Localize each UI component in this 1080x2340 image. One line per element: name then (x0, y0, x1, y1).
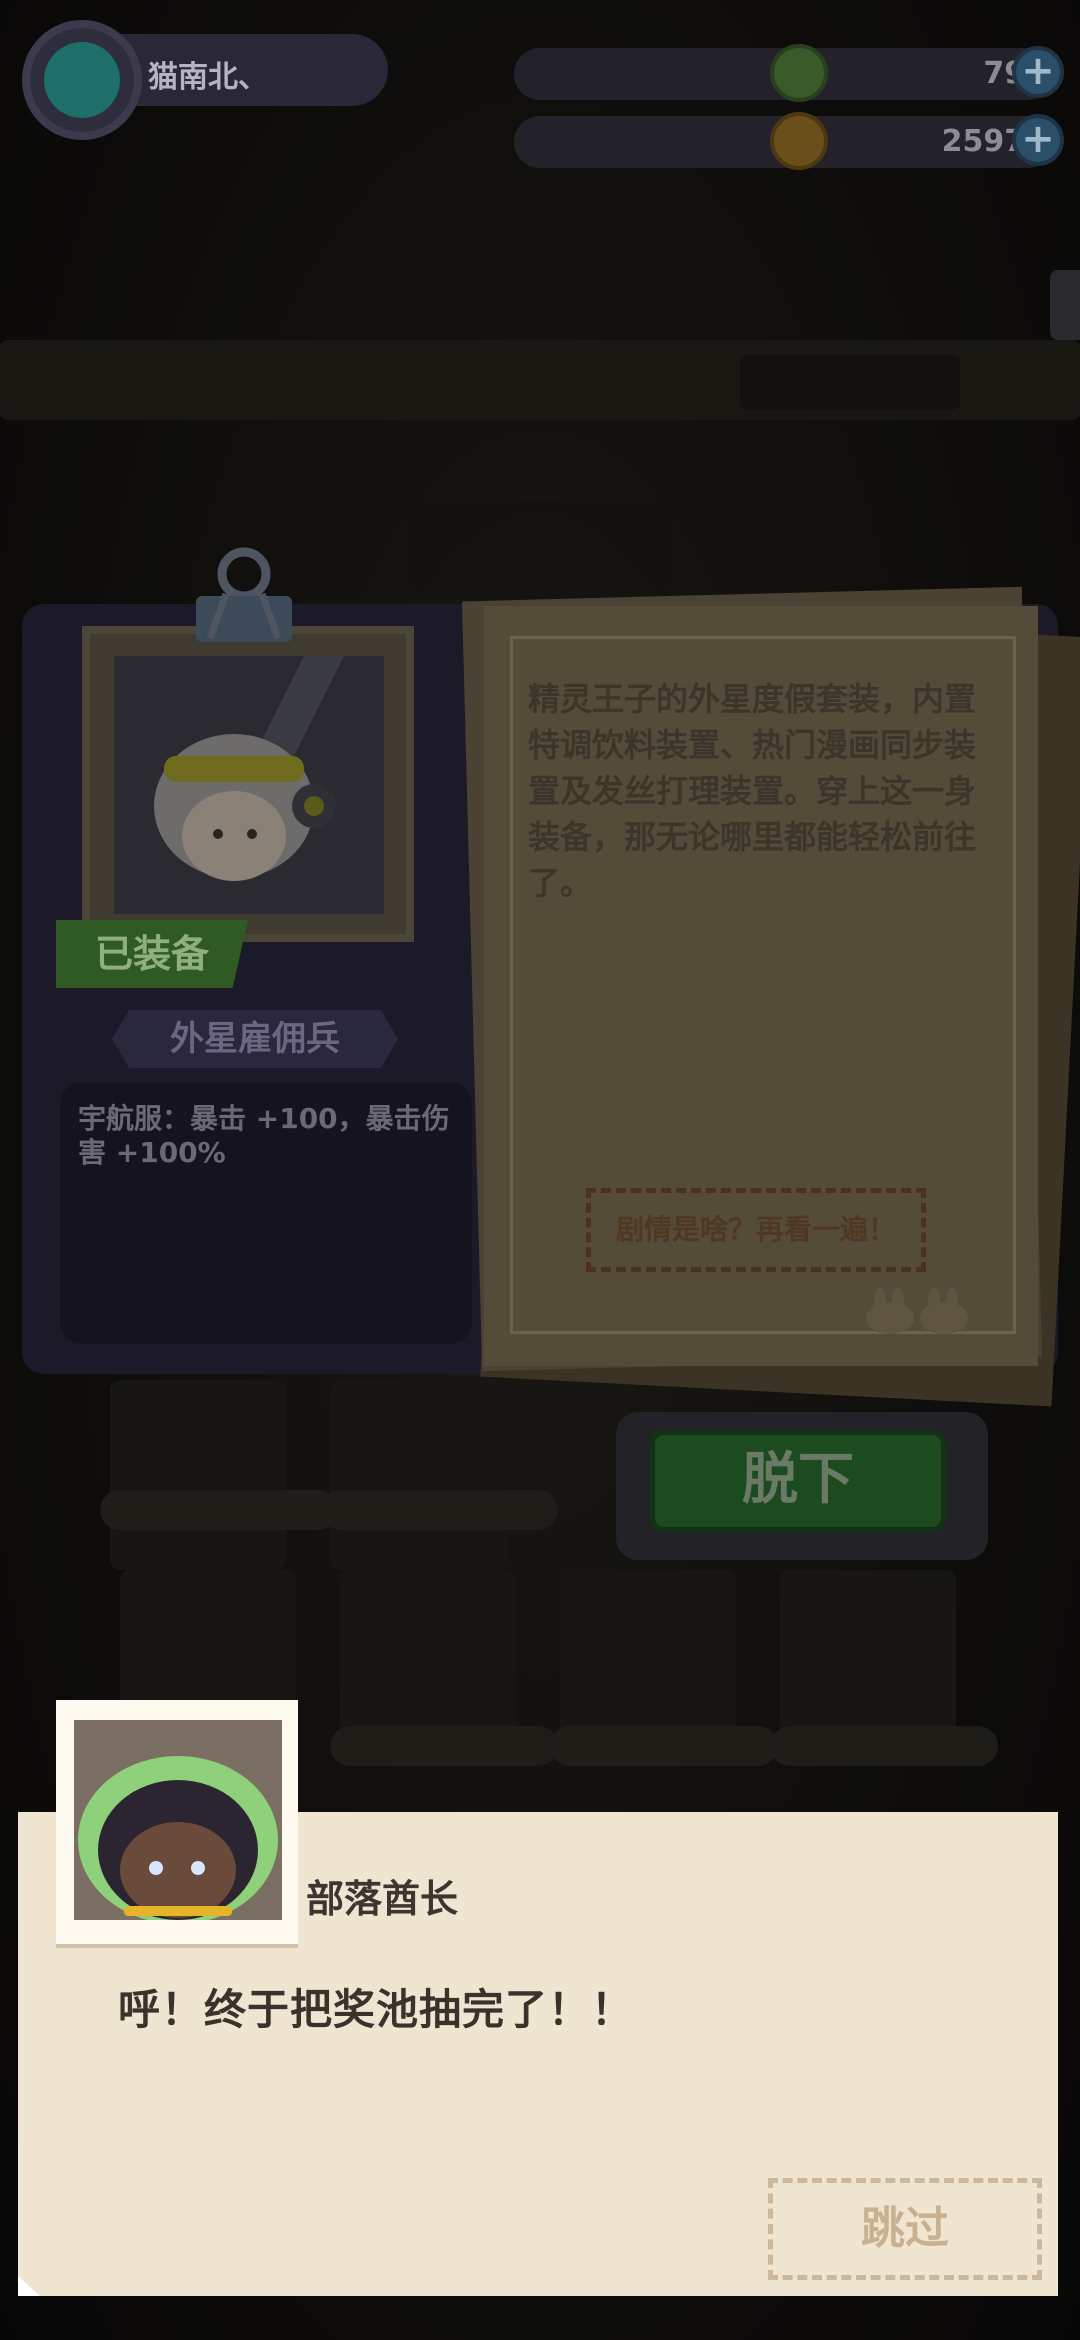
background-lamp (410, 500, 670, 600)
player-name: 猫南北、 (148, 60, 268, 95)
takeoff-button-frame: 脱下 (616, 1412, 988, 1560)
character-name: 外星雇佣兵 (112, 1010, 398, 1068)
character-tile[interactable] (110, 1380, 286, 1570)
dialog-corner (18, 2276, 40, 2296)
clip-icon (186, 540, 302, 650)
character-tile[interactable] (330, 1380, 506, 1570)
speaker-name: 部落酋长 (306, 1877, 459, 1921)
character-portrait (114, 656, 384, 914)
speaker-portrait (74, 1720, 282, 1920)
equipped-tag: 已装备 (56, 920, 248, 988)
bunny-icon (862, 1286, 972, 1334)
skill-text: 宇航服：暴击 +100，暴击伤害 +100% (78, 1102, 450, 1169)
dialog-text: 呼！终于把奖池抽完了！！ (118, 1985, 635, 2034)
outfit-description: 精灵王子的外星度假套装，内置特调饮料装置、热门漫画同步装置及发丝打理装置。穿上这… (528, 680, 977, 902)
character-tile-label (770, 1726, 998, 1766)
character-tile-label (320, 1490, 558, 1530)
description-paper: 精灵王子的外星度假套装，内置特调饮料装置、热门漫画同步装置及发丝打理装置。穿上这… (484, 606, 1038, 1366)
gold-coin-icon (770, 112, 828, 170)
avatar[interactable] (22, 20, 142, 140)
character-photo-frame (82, 626, 414, 942)
add-gems-button[interactable]: + (1012, 46, 1064, 98)
replay-story-button[interactable]: 剧情是啥？再看一遍！ (586, 1188, 926, 1272)
green-gem-icon (770, 44, 828, 102)
add-coins-button[interactable]: + (1012, 114, 1064, 166)
skill-box: 宇航服：暴击 +100，暴击伤害 +100% (60, 1082, 472, 1344)
character-tile-label (100, 1490, 338, 1530)
character-tile-label (330, 1726, 558, 1766)
side-tab[interactable] (1050, 270, 1080, 340)
cat-avatar-icon (44, 42, 120, 118)
takeoff-button[interactable]: 脱下 (650, 1430, 946, 1532)
background-panel (740, 355, 960, 410)
speaker-portrait-frame (56, 1700, 298, 1944)
skip-button[interactable]: 跳过 (768, 2178, 1042, 2280)
character-tile-label (550, 1726, 778, 1766)
